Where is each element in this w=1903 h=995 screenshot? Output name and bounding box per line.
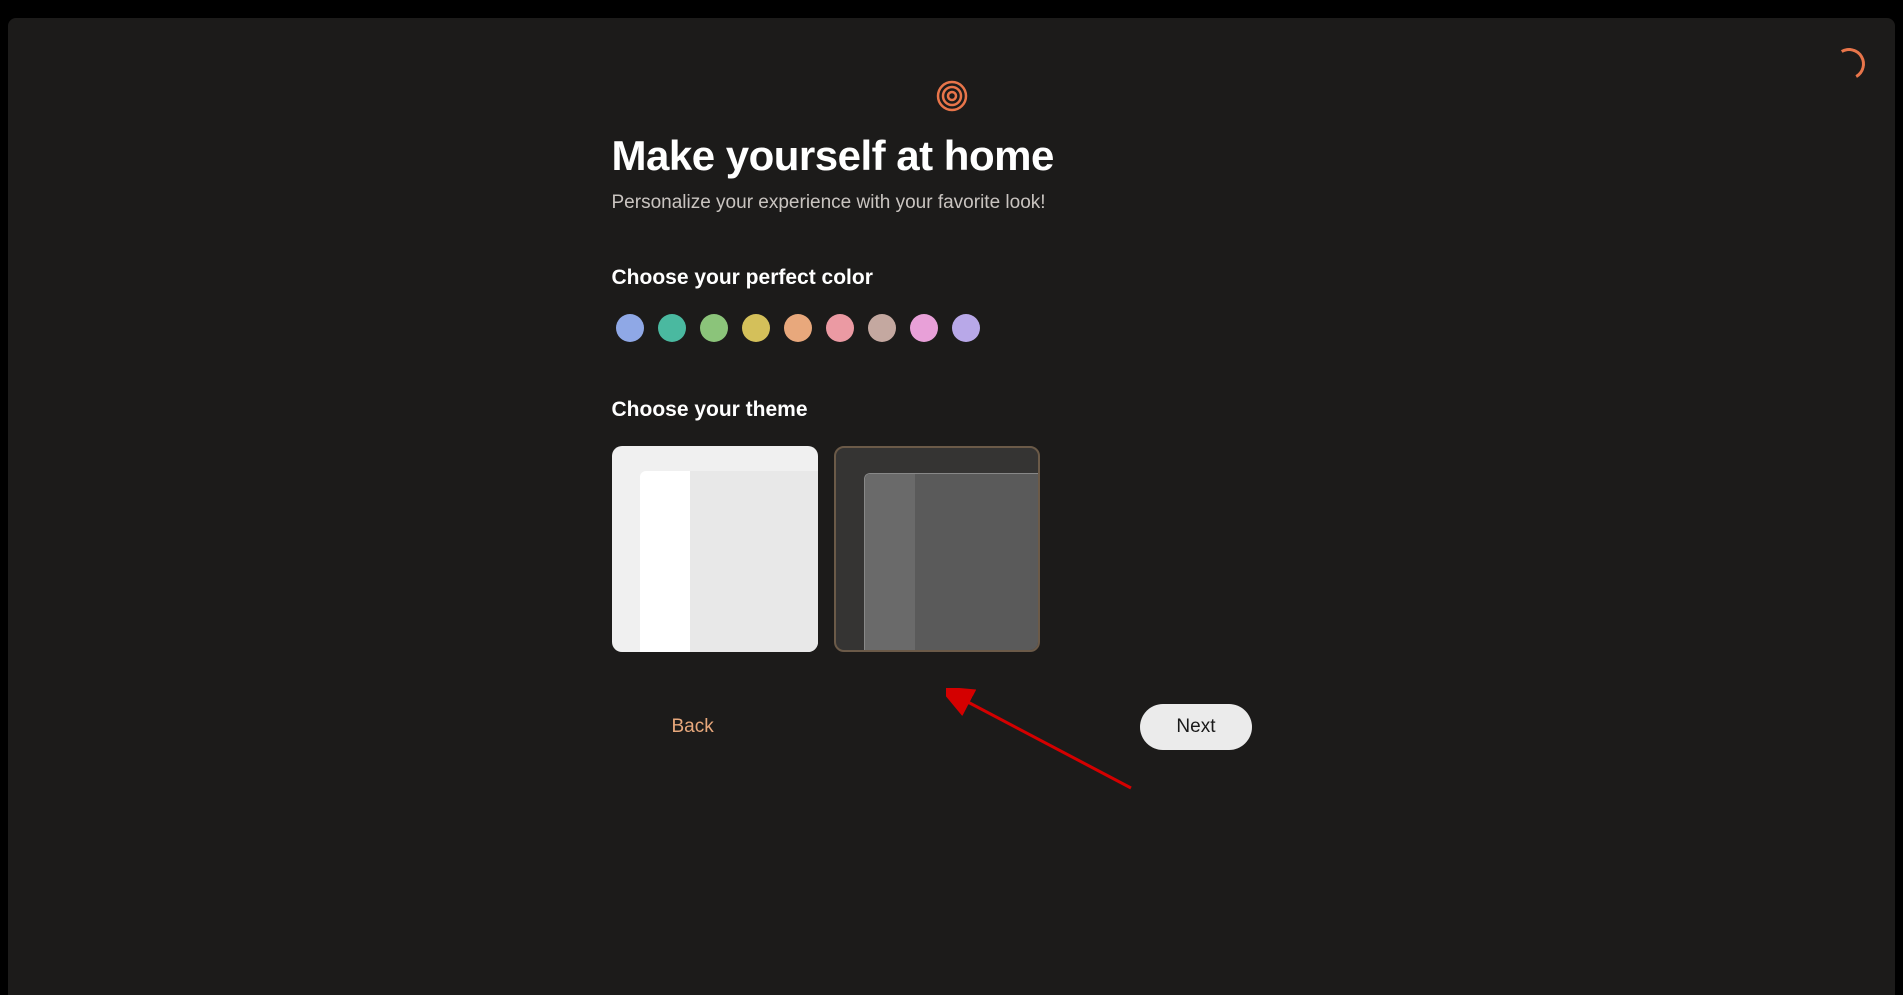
page-title: Make yourself at home bbox=[612, 132, 1292, 180]
loading-spinner-icon bbox=[1833, 48, 1865, 80]
color-swatch-green[interactable] bbox=[700, 314, 728, 342]
color-swatch-blue[interactable] bbox=[616, 314, 644, 342]
navigation-buttons: Back Next bbox=[612, 704, 1292, 750]
color-swatch-teal[interactable] bbox=[658, 314, 686, 342]
onboarding-window: Make yourself at home Personalize your e… bbox=[8, 18, 1895, 995]
page-subtitle: Personalize your experience with your fa… bbox=[612, 192, 1292, 214]
color-swatch-yellow[interactable] bbox=[742, 314, 770, 342]
color-swatch-magenta[interactable] bbox=[910, 314, 938, 342]
back-button[interactable]: Back bbox=[652, 704, 734, 750]
content-area: Make yourself at home Personalize your e… bbox=[612, 80, 1292, 750]
color-swatch-pink[interactable] bbox=[826, 314, 854, 342]
next-button[interactable]: Next bbox=[1140, 704, 1251, 750]
theme-option-light[interactable] bbox=[612, 446, 818, 652]
color-section-label: Choose your perfect color bbox=[612, 266, 1292, 290]
theme-options-row bbox=[612, 446, 1292, 652]
app-logo-icon bbox=[936, 80, 968, 112]
theme-section-label: Choose your theme bbox=[612, 398, 1292, 422]
theme-option-dark[interactable] bbox=[834, 446, 1040, 652]
color-swatch-purple[interactable] bbox=[952, 314, 980, 342]
color-swatch-mauve[interactable] bbox=[868, 314, 896, 342]
color-swatch-orange[interactable] bbox=[784, 314, 812, 342]
color-options-row bbox=[612, 314, 1292, 342]
